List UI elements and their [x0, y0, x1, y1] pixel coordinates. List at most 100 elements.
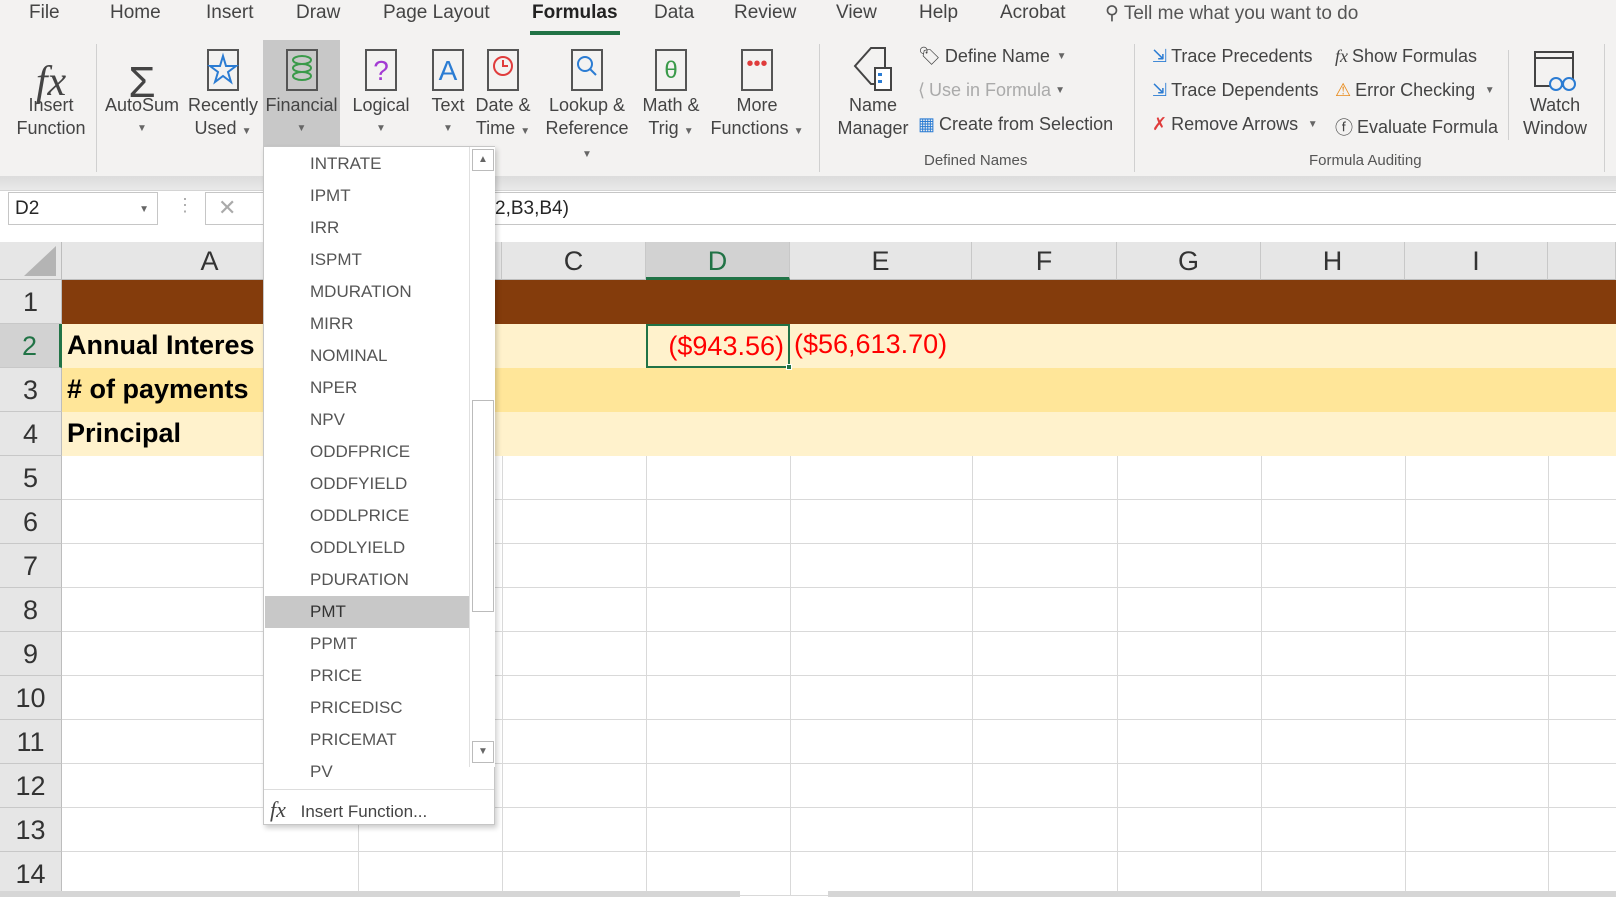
function-item[interactable]: MDURATION	[265, 276, 470, 308]
name-manager-button[interactable]: Name Manager	[834, 40, 912, 144]
scrollbar-thumb[interactable]	[472, 400, 494, 612]
watch-window-button[interactable]: Watch Window	[1515, 40, 1595, 144]
scroll-down-arrow-icon[interactable]: ▼	[472, 741, 494, 763]
function-item[interactable]: PPMT	[265, 628, 470, 660]
function-item[interactable]: NOMINAL	[265, 340, 470, 372]
row-header[interactable]: 11	[0, 720, 62, 764]
row-header[interactable]: 2	[0, 324, 62, 368]
define-name-button[interactable]: 🏷 Define Name ▼	[918, 46, 1067, 67]
tab-help[interactable]: Help	[919, 2, 958, 24]
function-item[interactable]: ODDLPRICE	[265, 500, 470, 532]
row-header[interactable]: 8	[0, 588, 62, 632]
more-functions-button[interactable]: ••• More Functions ▼	[710, 40, 804, 144]
row-header[interactable]: 14	[0, 852, 62, 896]
remove-arrows-button[interactable]: ✗ Remove Arrows ▼	[1152, 114, 1318, 135]
function-item[interactable]: ODDLYIELD	[265, 532, 470, 564]
row-header[interactable]: 3	[0, 368, 62, 412]
tab-formulas[interactable]: Formulas	[530, 2, 620, 35]
evaluate-formula-button[interactable]: ⓕ Evaluate Formula	[1335, 114, 1498, 140]
tab-file[interactable]: File	[29, 2, 60, 24]
column-header[interactable]: G	[1117, 242, 1261, 280]
name-box[interactable]: D2 ▼	[8, 192, 158, 225]
sheet-tabs-strip[interactable]	[0, 891, 740, 897]
fill-handle[interactable]	[786, 364, 792, 370]
table-tag-icon: ▦	[918, 114, 936, 134]
tab-acrobat[interactable]: Acrobat	[1000, 2, 1065, 24]
cell-A2[interactable]: Annual Interes	[67, 330, 255, 361]
tell-me-search[interactable]: ⚲ Tell me what you want to do	[1105, 2, 1358, 25]
column-header[interactable]: D	[646, 242, 790, 280]
function-item[interactable]: ODDFPRICE	[265, 436, 470, 468]
function-item[interactable]: IRR	[265, 212, 470, 244]
function-item[interactable]: PRICEMAT	[265, 724, 470, 756]
show-formulas-icon: fx	[1335, 46, 1348, 66]
tab-view[interactable]: View	[836, 2, 877, 24]
trace-dependents-button[interactable]: ⇲ Trace Dependents	[1152, 80, 1319, 101]
row-header[interactable]: 4	[0, 412, 62, 456]
function-item[interactable]: MIRR	[265, 308, 470, 340]
column-header[interactable]	[1548, 242, 1616, 280]
column-header[interactable]: I	[1405, 242, 1548, 280]
row-header[interactable]: 6	[0, 500, 62, 544]
column-header[interactable]: H	[1261, 242, 1405, 280]
dropdown-scrollbar[interactable]: ▲ ▼	[469, 147, 495, 767]
tab-review[interactable]: Review	[734, 2, 796, 24]
row-header[interactable]: 1	[0, 280, 62, 324]
tab-home[interactable]: Home	[110, 2, 161, 24]
select-all-button[interactable]	[0, 242, 62, 280]
tab-draw[interactable]: Draw	[296, 2, 340, 24]
insert-function-menu-item[interactable]: fx Insert Function...	[270, 795, 490, 825]
ribbon: fx Insert Function Σ AutoSum ▼ Recently Use…	[0, 36, 1616, 176]
row-header[interactable]: 5	[0, 456, 62, 500]
tab-data[interactable]: Data	[654, 2, 694, 24]
cancel-icon[interactable]: ✕	[218, 195, 236, 221]
row-header[interactable]: 7	[0, 544, 62, 588]
function-item[interactable]: ODDFYIELD	[265, 468, 470, 500]
logical-button[interactable]: ? Logical ▼	[345, 40, 417, 144]
autosum-button[interactable]: Σ AutoSum ▼	[102, 40, 182, 144]
coins-book-icon	[263, 40, 340, 94]
financial-button[interactable]: Financial ▼	[263, 40, 340, 146]
function-item[interactable]: PDURATION	[265, 564, 470, 596]
formula-bar: D2 ▼ ⋮ ✕ 2,B3,B4)	[0, 190, 1616, 242]
more-icon: ⋮	[176, 195, 194, 215]
function-item[interactable]: PMT	[265, 596, 470, 628]
cell-A4[interactable]: Principal	[67, 418, 181, 449]
row-header[interactable]: 13	[0, 808, 62, 852]
row-header[interactable]: 10	[0, 676, 62, 720]
cell-D2[interactable]: ($943.56)	[646, 324, 790, 368]
math-trig-button[interactable]: θ Math & Trig ▼	[637, 40, 705, 144]
function-item[interactable]: INTRATE	[265, 148, 470, 180]
row-header[interactable]: 12	[0, 764, 62, 808]
worksheet-grid[interactable]: ABCDEFGHI1234567891011121314Annual Inter…	[0, 242, 1616, 897]
row-header[interactable]: 9	[0, 632, 62, 676]
cell-E2[interactable]: ($56,613.70)	[794, 329, 947, 360]
tab-insert[interactable]: Insert	[206, 2, 254, 24]
scroll-up-arrow-icon[interactable]: ▲	[472, 149, 494, 171]
trace-precedents-button[interactable]: ⇲ Trace Precedents	[1152, 46, 1313, 67]
horizontal-scrollbar[interactable]	[828, 891, 1616, 897]
use-in-formula-button[interactable]: ⟨ Use in Formula ▼	[918, 80, 1065, 101]
lookup-reference-button[interactable]: Lookup & Reference ▼	[542, 40, 632, 160]
dots-book-icon: •••	[710, 40, 804, 94]
insert-function-button[interactable]: fx Insert Function	[10, 40, 92, 144]
recently-used-button[interactable]: Recently Used ▼	[188, 40, 258, 144]
trace-dependents-icon: ⇲	[1152, 80, 1168, 100]
column-header[interactable]: F	[972, 242, 1117, 280]
cell-A3[interactable]: # of payments	[67, 374, 249, 405]
column-header[interactable]: C	[502, 242, 646, 280]
show-formulas-button[interactable]: fx Show Formulas	[1335, 46, 1477, 67]
function-item[interactable]: PV	[265, 756, 470, 788]
function-item[interactable]: IPMT	[265, 180, 470, 212]
function-item[interactable]: ISPMT	[265, 244, 470, 276]
function-item[interactable]: NPV	[265, 404, 470, 436]
create-from-selection-button[interactable]: ▦ Create from Selection	[918, 114, 1113, 135]
column-header[interactable]: E	[790, 242, 972, 280]
function-item[interactable]: PRICEDISC	[265, 692, 470, 724]
error-checking-button[interactable]: ⚠ Error Checking ▼	[1335, 80, 1495, 101]
function-item[interactable]: PRICE	[265, 660, 470, 692]
tab-page-layout[interactable]: Page Layout	[383, 2, 490, 24]
date-time-button[interactable]: Date & Time ▼	[472, 40, 534, 144]
text-button[interactable]: A Text ▼	[420, 40, 476, 144]
function-item[interactable]: NPER	[265, 372, 470, 404]
